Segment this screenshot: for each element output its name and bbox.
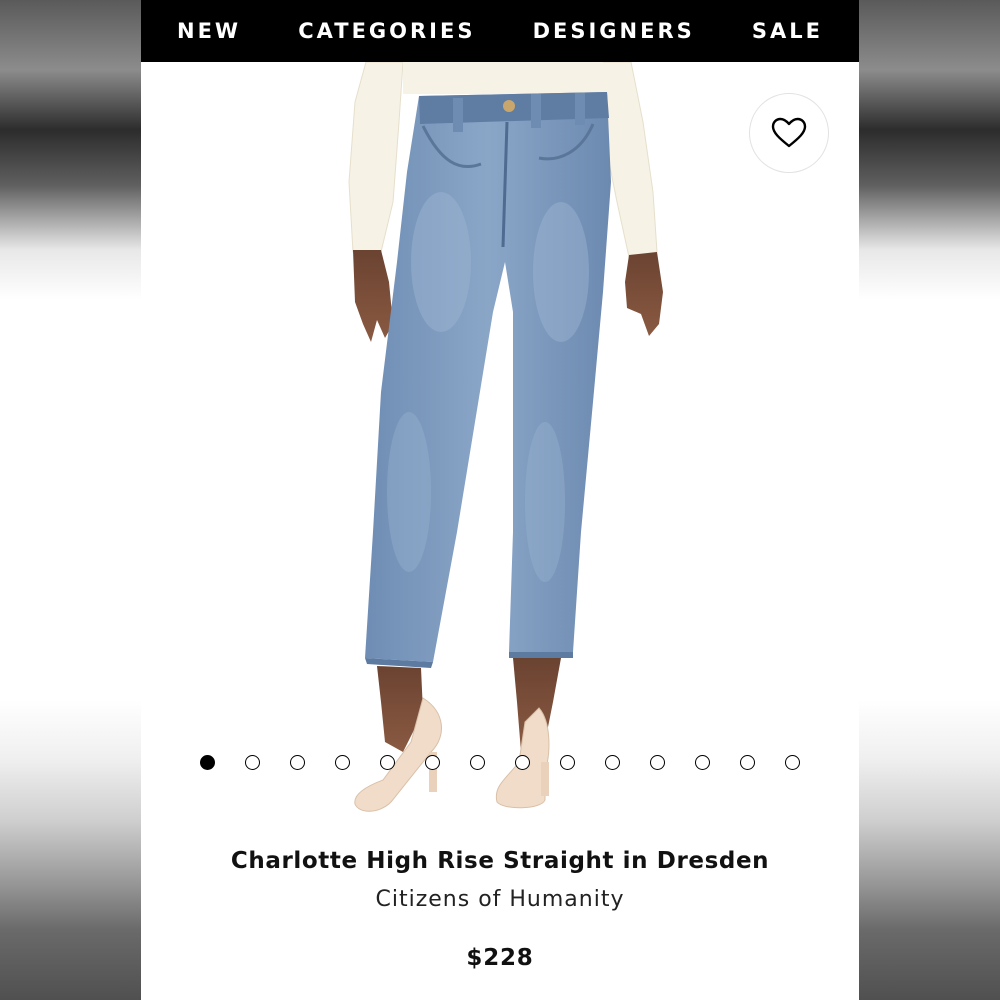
product-price: $228: [466, 945, 534, 971]
product-image[interactable]: [141, 62, 859, 830]
carousel-dot[interactable]: [290, 755, 305, 770]
image-carousel-indicators: [200, 755, 800, 771]
heart-outline-icon: [771, 117, 807, 148]
carousel-dot[interactable]: [785, 755, 800, 770]
background-blur-right: [859, 0, 1000, 1000]
carousel-dot[interactable]: [200, 755, 215, 770]
nav-item-sale[interactable]: SALE: [752, 19, 823, 43]
carousel-dot[interactable]: [515, 755, 530, 770]
carousel-dot[interactable]: [335, 755, 350, 770]
product-photo: [348, 62, 663, 812]
product-info: Charlotte High Rise Straight in Dresden …: [141, 840, 859, 976]
carousel-dot[interactable]: [245, 755, 260, 770]
product-title: Charlotte High Rise Straight in Dresden: [230, 848, 770, 874]
nav-item-categories[interactable]: CATEGORIES: [298, 19, 475, 43]
carousel-dot[interactable]: [650, 755, 665, 770]
carousel-dot[interactable]: [695, 755, 710, 770]
carousel-dot[interactable]: [740, 755, 755, 770]
product-brand[interactable]: Citizens of Humanity: [141, 882, 859, 918]
carousel-dot[interactable]: [560, 755, 575, 770]
carousel-dot[interactable]: [425, 755, 440, 770]
carousel-dot[interactable]: [380, 755, 395, 770]
top-navigation: NEW CATEGORIES DESIGNERS SALE: [141, 0, 859, 62]
favorite-button[interactable]: [749, 93, 829, 173]
background-blur-left: [0, 0, 141, 1000]
carousel-dot[interactable]: [605, 755, 620, 770]
product-page: NEW CATEGORIES DESIGNERS SALE Charlotte …: [141, 0, 859, 1000]
carousel-dot[interactable]: [470, 755, 485, 770]
nav-item-new[interactable]: NEW: [177, 19, 241, 43]
nav-item-designers[interactable]: DESIGNERS: [533, 19, 695, 43]
